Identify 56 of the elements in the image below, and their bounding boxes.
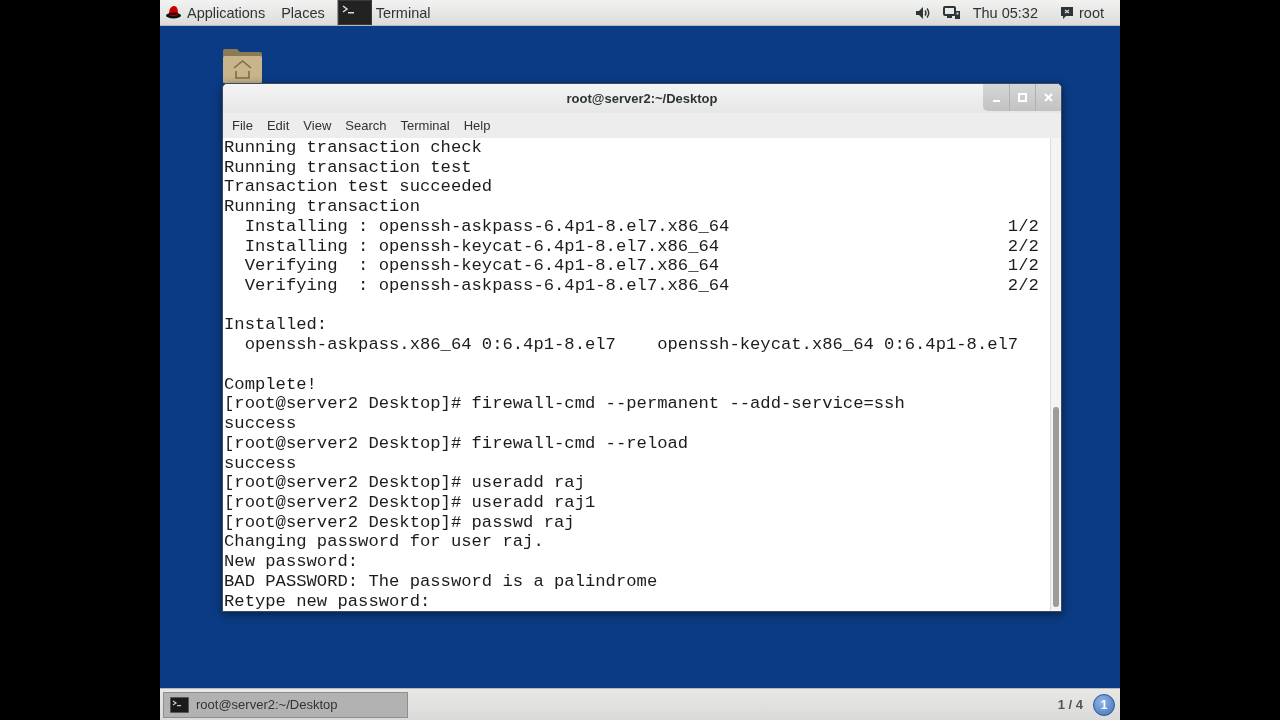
scrollbar-thumb[interactable]: [1053, 407, 1059, 607]
package-name: openssh-askpass.x86_64 0:6.4p1-8.el7: [244, 335, 616, 355]
minimize-icon: [992, 100, 1000, 102]
close-icon: [1044, 93, 1053, 102]
network-icon[interactable]: [942, 5, 961, 20]
progress-count: 1/2: [1007, 256, 1039, 277]
terminal-line: Installed:: [224, 315, 328, 336]
terminal-line: Verifying : openssh-askpass-6.4p1-8.el7.x86_64: [244, 276, 730, 296]
terminal-line: BAD PASSWORD: The password is a palindrome: [224, 571, 658, 592]
terminal-line: success: [224, 453, 297, 474]
terminal-line: Installing : openssh-askpass-6.4p1-8.el7.x86_64: [244, 216, 730, 237]
terminal-line: Transaction test succeeded: [224, 177, 493, 198]
terminal-icon: [170, 696, 189, 713]
terminal-line: Retype new password:: [224, 591, 431, 612]
user-menu[interactable]: root: [1060, 4, 1120, 21]
minimize-button[interactable]: [983, 84, 1009, 111]
progress-count: 2/2: [1007, 276, 1039, 296]
app-menu[interactable]: Terminal: [336, 0, 439, 25]
terminal-line: Changing password for user raj.: [224, 532, 544, 553]
taskbar-window-button[interactable]: root@server2:~/Desktop: [163, 691, 408, 718]
menu-item[interactable]: Terminal: [393, 118, 457, 133]
clock[interactable]: Thu 05:32: [972, 4, 1038, 21]
terminal-line: Running transaction check: [224, 138, 482, 158]
speech-bubble-icon: [1060, 5, 1074, 20]
terminal-icon: [337, 0, 372, 25]
terminal-line: New password:: [224, 552, 359, 572]
terminal-line: success: [224, 414, 297, 434]
terminal-line: [root@server2 Desktop]# useradd raj1: [224, 492, 596, 513]
menu-item[interactable]: Search: [338, 118, 394, 133]
volume-icon[interactable]: [914, 5, 931, 20]
terminal-line: [root@server2 Desktop]# firewall-cmd --permanent --add-service=ssh: [224, 394, 905, 415]
menu-item[interactable]: Edit: [259, 118, 297, 133]
package-name: openssh-keycat.x86_64 0:6.4p1-8.el7: [657, 335, 1019, 355]
progress-count: 1/2: [1007, 216, 1039, 237]
panel-menu[interactable]: Applications: [160, 0, 274, 25]
panel-menu[interactable]: Places: [273, 0, 333, 25]
scrollbar[interactable]: [1050, 138, 1061, 611]
terminal-line: Running transaction test: [224, 157, 472, 178]
progress-count: 2/2: [1007, 236, 1039, 257]
close-button[interactable]: [1035, 84, 1061, 111]
terminal-line: Running transaction: [224, 197, 420, 217]
maximize-icon: [1018, 93, 1027, 102]
terminal-line: [root@server2 Desktop]# useradd raj: [224, 473, 585, 493]
terminal-line: Complete!: [224, 374, 317, 395]
window-title: root@server2:~/Desktop: [566, 91, 718, 106]
terminal-line: [root@server2 Desktop]# passwd raj: [224, 512, 575, 533]
terminal-line: Installing : openssh-keycat-6.4p1-8.el7.x86_64: [244, 236, 720, 257]
terminal-line: [root@server2 Desktop]# firewall-cmd --reload: [224, 433, 689, 454]
menu-item[interactable]: Help: [456, 118, 498, 133]
hat-icon: [166, 6, 181, 19]
terminal-line: Verifying : openssh-keycat-6.4p1-8.el7.x86_64: [244, 256, 720, 277]
menu-item[interactable]: View: [296, 118, 339, 133]
menu-item[interactable]: File: [225, 118, 260, 133]
home-folder-icon[interactable]: [222, 48, 263, 83]
workspace-indicator[interactable]: 1 / 4: [1057, 697, 1083, 712]
maximize-button[interactable]: [1009, 84, 1035, 111]
